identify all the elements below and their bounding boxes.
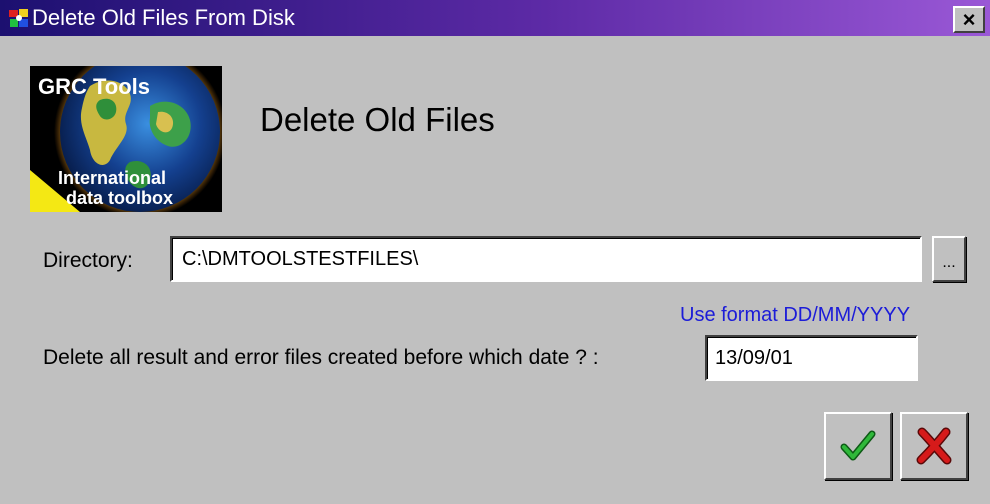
page-heading: Delete Old Files xyxy=(260,101,495,138)
logo-text-line1: GRC Tools xyxy=(38,74,150,99)
title-bar[interactable]: Delete Old Files From Disk × xyxy=(0,0,990,36)
date-input[interactable] xyxy=(705,335,918,381)
cancel-button[interactable] xyxy=(900,412,968,480)
date-label: Delete all result and error files create… xyxy=(43,346,599,369)
directory-label: Directory: xyxy=(43,249,133,272)
close-button[interactable]: × xyxy=(953,6,985,33)
date-format-hint: Use format DD/MM/YYYY xyxy=(680,304,911,326)
grc-tools-logo: GRC Tools International data toolbox xyxy=(30,66,222,212)
directory-input[interactable] xyxy=(170,236,922,282)
browse-ellipsis-label: ... xyxy=(942,254,956,271)
app-icon xyxy=(9,9,28,27)
checkmark-icon xyxy=(840,430,876,461)
window-title: Delete Old Files From Disk xyxy=(32,5,295,30)
logo-text-line2: International xyxy=(58,168,166,188)
browse-button[interactable]: ... xyxy=(932,236,966,282)
dialog-window: Delete Old Files From Disk × GRC Tools I… xyxy=(0,0,990,504)
x-icon xyxy=(916,427,952,465)
logo-text-line3: data toolbox xyxy=(66,188,173,208)
ok-button[interactable] xyxy=(824,412,892,480)
close-icon: × xyxy=(962,6,976,32)
